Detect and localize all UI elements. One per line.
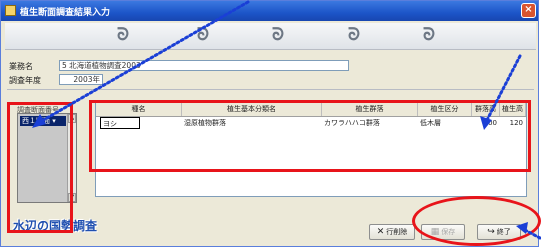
- pointer-arrow-left: [38, 0, 250, 124]
- pointer-arrows: [32, 0, 541, 240]
- arrowhead-icon: [32, 114, 46, 128]
- pointer-arrow-table: [484, 54, 522, 124]
- arrowhead-icon: [480, 116, 492, 130]
- arrowhead-icon: [516, 222, 528, 234]
